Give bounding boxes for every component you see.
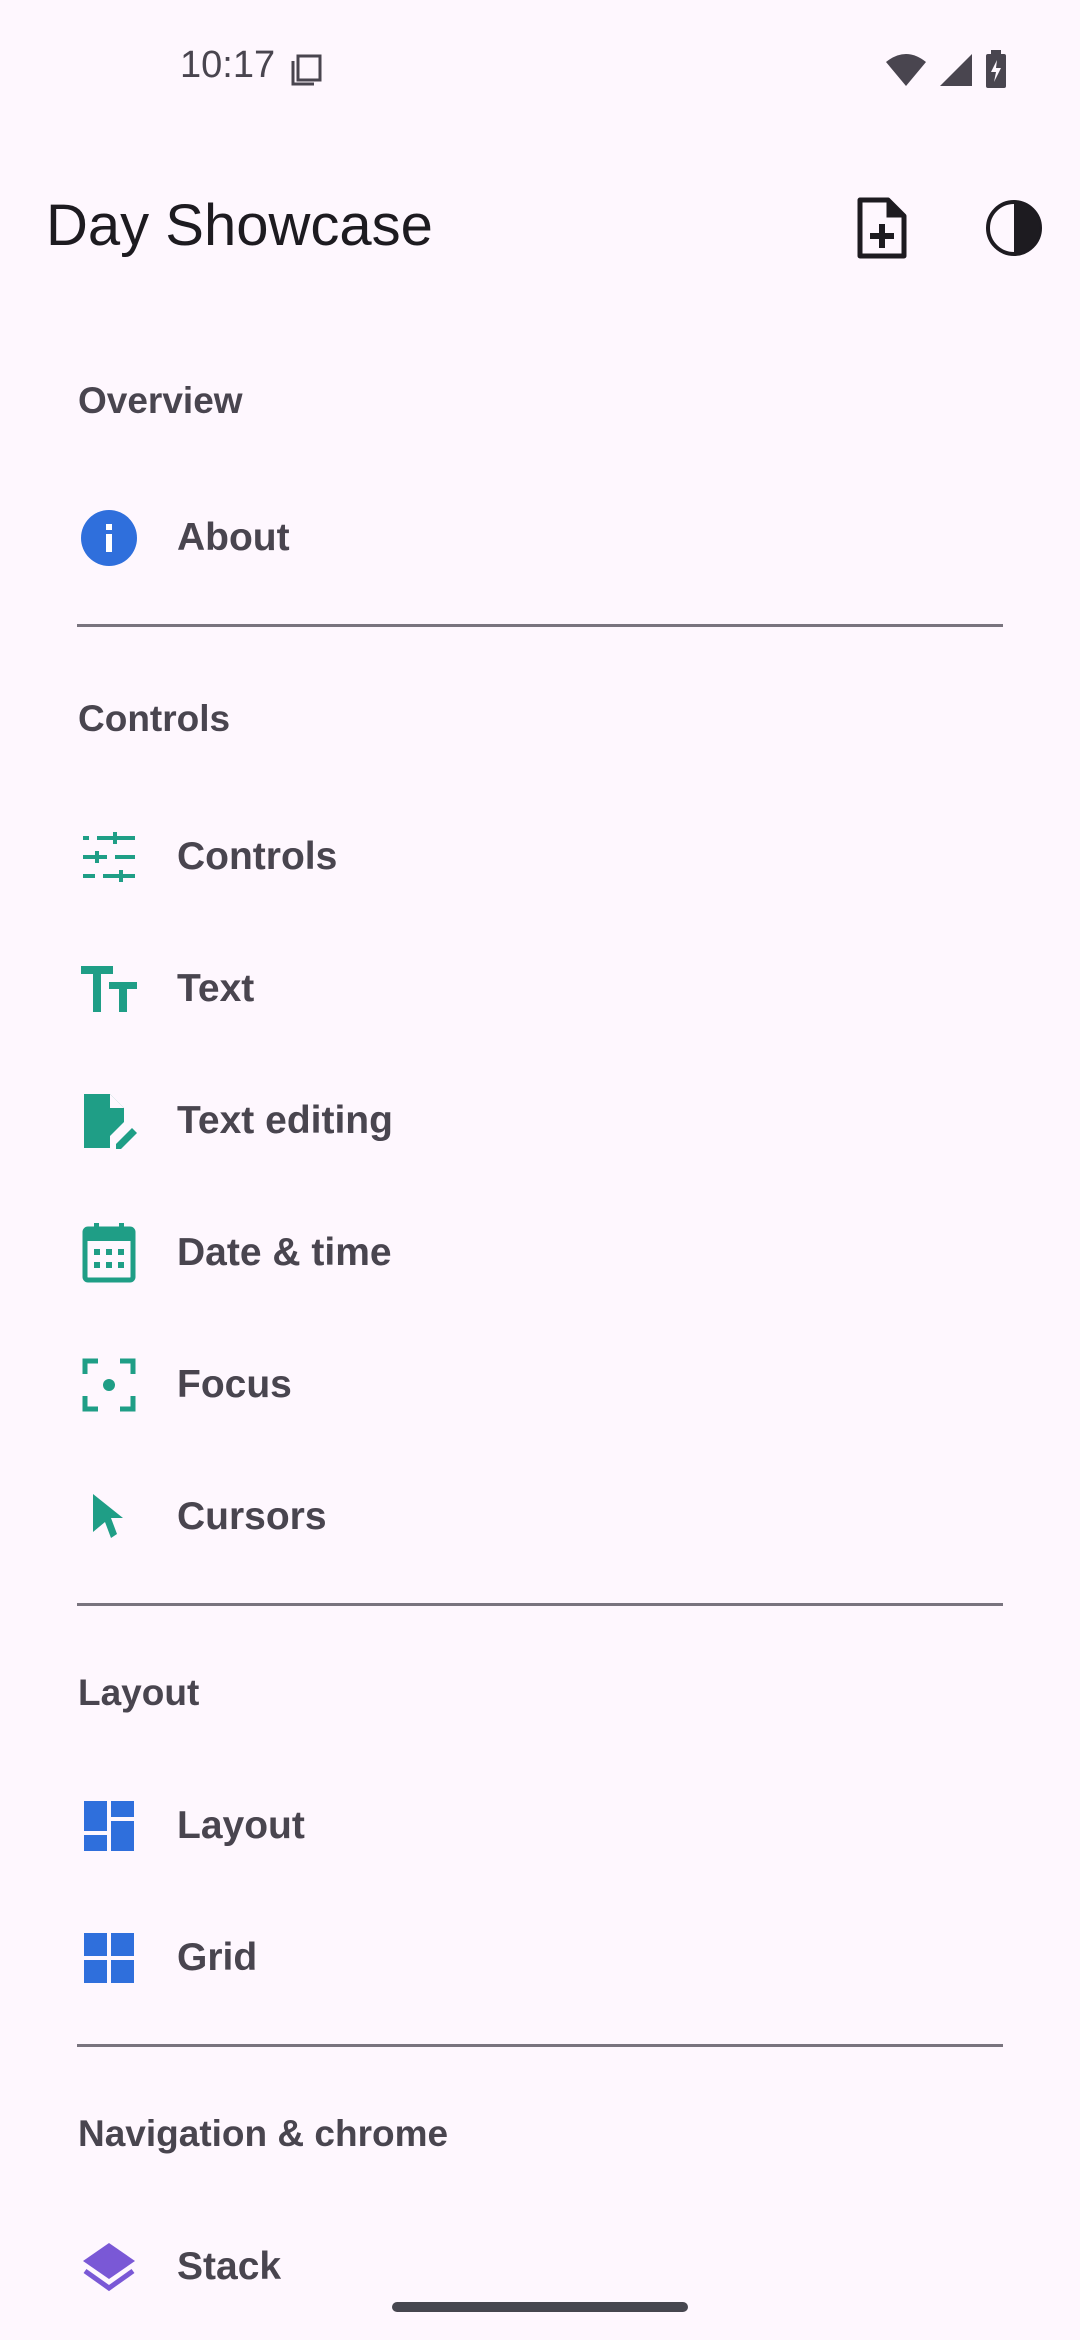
status-bar: 10:17 xyxy=(0,0,1080,140)
focus-icon xyxy=(78,1354,140,1416)
list-item-stack[interactable]: Stack xyxy=(0,2201,1080,2333)
theme-toggle-button[interactable] xyxy=(970,186,1058,274)
new-document-button[interactable] xyxy=(838,186,926,274)
list-item-label: Focus xyxy=(177,1363,292,1406)
calendar-icon xyxy=(78,1222,140,1284)
note-add-icon xyxy=(854,196,910,265)
showcase-list: Overview About Controls Controls Text Te… xyxy=(0,330,1080,2333)
divider xyxy=(77,2044,1003,2047)
sim-card-icon xyxy=(290,52,324,91)
divider xyxy=(77,1603,1003,1606)
battery-charging-icon xyxy=(984,50,1008,95)
list-item-label: Text editing xyxy=(177,1099,393,1142)
list-item-label: Grid xyxy=(177,1936,258,1979)
text-fields-icon xyxy=(78,958,140,1020)
list-item-about[interactable]: About xyxy=(0,472,1080,604)
section-header-overview: Overview xyxy=(78,380,243,421)
wifi-icon xyxy=(884,52,928,93)
list-item-label: Cursors xyxy=(177,1495,327,1538)
list-item-label: Stack xyxy=(177,2245,282,2288)
dashboard-icon xyxy=(78,1795,140,1857)
list-item-controls[interactable]: Controls xyxy=(0,791,1080,923)
contrast-icon xyxy=(984,198,1044,263)
signal-icon xyxy=(938,52,974,93)
list-item-grid[interactable]: Grid xyxy=(0,1892,1080,2024)
layers-icon xyxy=(78,2236,140,2298)
page-title: Day Showcase xyxy=(46,193,433,258)
section-header-controls: Controls xyxy=(78,698,231,739)
list-item-label: Layout xyxy=(177,1804,305,1847)
cursor-icon xyxy=(78,1486,140,1548)
tune-icon xyxy=(78,826,140,888)
list-item-focus[interactable]: Focus xyxy=(0,1319,1080,1451)
list-item-layout[interactable]: Layout xyxy=(0,1760,1080,1892)
info-icon xyxy=(78,507,140,569)
grid-icon xyxy=(78,1927,140,1989)
section-header-layout: Layout xyxy=(78,1672,200,1713)
list-item-text-editing[interactable]: Text editing xyxy=(0,1055,1080,1187)
list-item-text[interactable]: Text xyxy=(0,923,1080,1055)
gesture-navigation-handle[interactable] xyxy=(392,2302,688,2312)
section-header-navigation-chrome: Navigation & chrome xyxy=(78,2113,449,2154)
edit-document-icon xyxy=(78,1090,140,1152)
list-item-label: Text xyxy=(177,967,255,1010)
status-time: 10:17 xyxy=(180,44,276,86)
top-app-bar: Day Showcase xyxy=(0,170,1080,290)
list-item-label: Controls xyxy=(177,835,338,878)
status-icons xyxy=(884,50,1008,95)
list-item-cursors[interactable]: Cursors xyxy=(0,1451,1080,1583)
list-item-label: About xyxy=(177,516,290,559)
list-item-label: Date & time xyxy=(177,1231,392,1274)
list-item-date-time[interactable]: Date & time xyxy=(0,1187,1080,1319)
divider xyxy=(77,624,1003,627)
